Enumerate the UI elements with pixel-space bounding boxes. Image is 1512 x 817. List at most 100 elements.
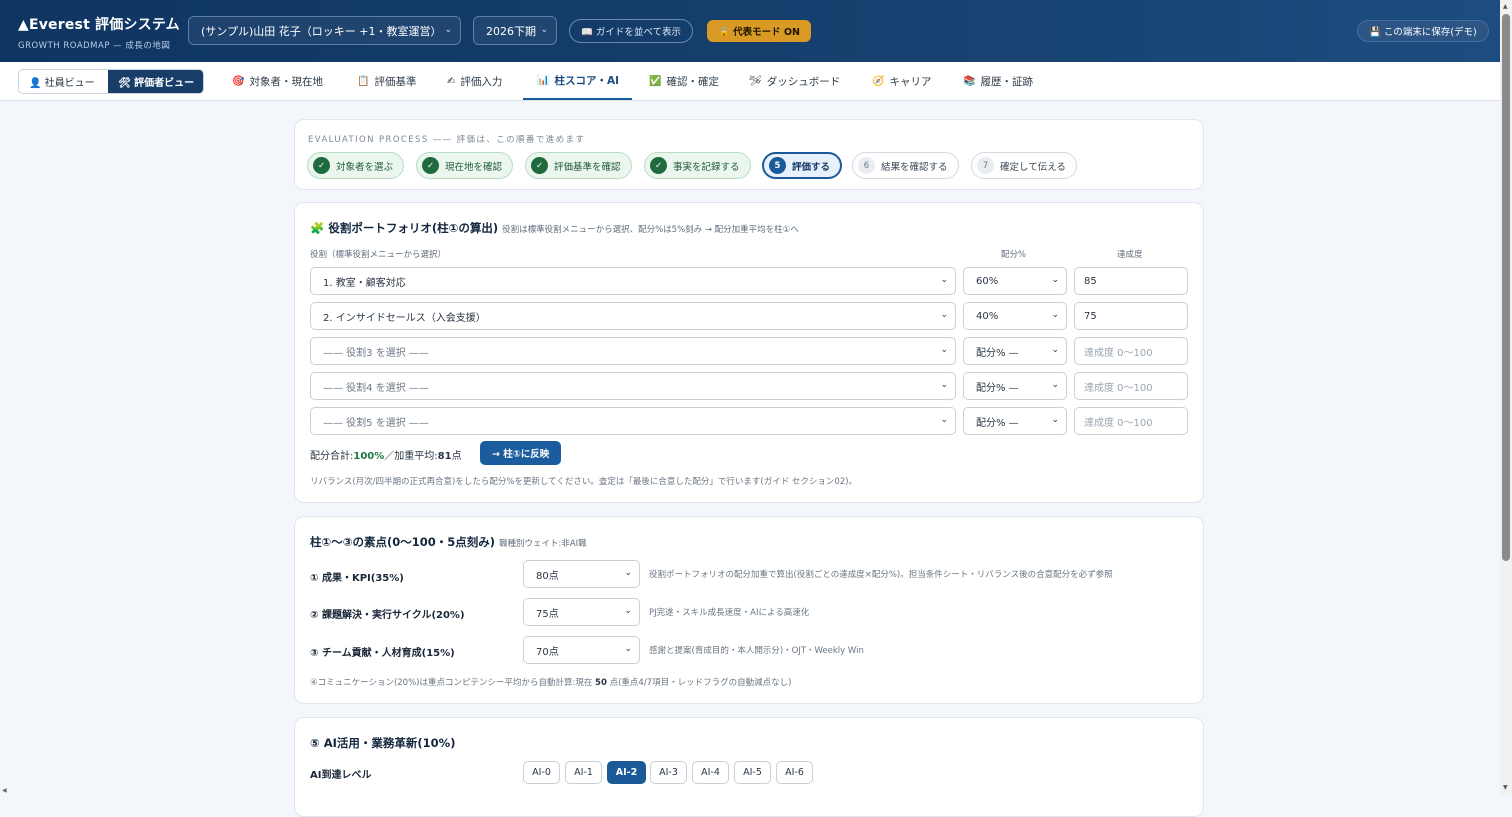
evaluator-view-button[interactable]: 🛠 評価者ビュー [108, 70, 203, 93]
tab-pillar-score-ai[interactable]: 📊 柱スコア・AI [523, 62, 632, 100]
ai-level-6-button[interactable]: AI-6 [776, 761, 813, 784]
pillar1-description: 役割ポートフォリオの配分加重で算出(役割ごとの達成度×配分%)。担当条件シート・… [649, 570, 1113, 580]
sum-value: 100% [353, 451, 385, 462]
horizontal-scrollbar[interactable]: ◀ [0, 787, 1500, 795]
app-title: ▲Everest 評価システム [18, 17, 180, 33]
ai-level-3-button[interactable]: AI-3 [650, 761, 687, 784]
person-select[interactable]: (サンプル)山田 花子（ロッキー +1・教室運営） ⌄ [188, 16, 461, 45]
tab-label: 評価基準 [374, 75, 417, 88]
alloc-select-5[interactable]: 配分% — ⌄ [963, 407, 1067, 435]
alloc-select-2[interactable]: 40% ⌄ [963, 302, 1067, 330]
app-header: ▲Everest 評価システム GROWTH ROADMAP — 成長の地図 (… [0, 0, 1500, 62]
achievement-input-5[interactable]: 達成度 0〜100 [1074, 407, 1188, 435]
achievement-input-4[interactable]: 達成度 0〜100 [1074, 372, 1188, 400]
ai-level-5-button[interactable]: AI-5 [734, 761, 771, 784]
step-check-criteria[interactable]: ✓ 評価基準を確認 [525, 152, 632, 179]
step-finalize[interactable]: 7 確定して伝える [971, 152, 1077, 179]
portfolio-subtitle: 役割は標準役割メニューから選択、配分%は5%刻み → 配分加重平均を柱①へ [502, 225, 799, 235]
chevron-down-icon: ⌄ [624, 644, 632, 654]
alloc-select-4[interactable]: 配分% — ⌄ [963, 372, 1067, 400]
chevron-down-icon: ⌄ [1051, 415, 1059, 425]
step-confirm-current[interactable]: ✓ 現在地を確認 [416, 152, 514, 179]
writing-hand-icon: ✍ [447, 75, 456, 87]
portfolio-title: 🧩 役割ポートフォリオ(柱①の算出) [310, 221, 499, 235]
check-box-icon: ✅ [649, 75, 662, 87]
check-icon: ✓ [531, 157, 548, 174]
rep-mode-toggle[interactable]: 🔒 代表モード ON [707, 20, 811, 42]
tab-label: 評価入力 [460, 75, 503, 88]
comm-note-prefix: ④コミュニケーション(20%)は重点コンピテンシー平均から自動計算:現在 [310, 678, 596, 688]
tab-history[interactable]: 📚 履歴・証跡 [963, 62, 1033, 100]
chevron-down-icon: ⌄ [940, 275, 948, 285]
pillar3-score-select[interactable]: 70点 ⌄ [523, 636, 640, 664]
scroll-left-icon[interactable]: ◀ [2, 787, 7, 794]
step-select-target[interactable]: ✓ 対象者を選ぶ [307, 152, 405, 179]
comm-note-value: 50 [595, 678, 607, 688]
airplane-icon: 🛩 [749, 75, 762, 87]
allocation-summary: 配分合計:100%／加重平均:81点 [310, 447, 462, 462]
scroll-down-icon[interactable]: ▼ [1503, 784, 1508, 791]
reflect-to-pillar1-button[interactable]: → 柱①に反映 [480, 441, 562, 465]
step-label: 対象者を選ぶ [336, 161, 394, 173]
books-icon: 📚 [963, 75, 976, 87]
alloc-select-value: 配分% — [976, 382, 1019, 394]
role-select-4[interactable]: —— 役割4 を選択 —— ⌄ [310, 372, 956, 400]
col-ach-label: 達成度 [1117, 250, 1143, 260]
tab-label: 対象者・現在地 [249, 75, 323, 88]
chevron-down-icon: ⌄ [624, 606, 632, 616]
tab-label: キャリア [889, 75, 932, 88]
check-icon: ✓ [650, 157, 667, 174]
ai-level-0-button[interactable]: AI-0 [523, 761, 560, 784]
guide-side-by-side-button[interactable]: 📖 ガイドを並べて表示 [569, 19, 693, 43]
step-label: 評価する [792, 161, 831, 173]
ai-level-1-button[interactable]: AI-1 [565, 761, 602, 784]
chevron-down-icon: ⌄ [940, 380, 948, 390]
pillar2-score-select[interactable]: 75点 ⌄ [523, 598, 640, 626]
main-nav: 👤 社員ビュー 🛠 評価者ビュー 🎯 対象者・現在地 📋 評価基準 ✍ 評価入力 📊 柱… [0, 62, 1500, 101]
col-role-label: 役割（標準役割メニューから選択） [310, 250, 447, 260]
pillar3-description: 感謝と提案(育成目的・本人開示分)・OJT・Weekly Win [649, 646, 864, 656]
role-select-1[interactable]: 1. 教室・顧客対応 ⌄ [310, 267, 956, 295]
chevron-down-icon: ⌄ [624, 568, 632, 578]
save-local-button[interactable]: 💾 この端末に保存(デモ) [1357, 20, 1489, 42]
evaluation-process-card: EVALUATION PROCESS —— 評価は、この順番で進めます ✓ 対象者… [294, 119, 1204, 190]
tab-dashboard[interactable]: 🛩 ダッシュボード [749, 62, 840, 100]
vertical-scrollbar[interactable]: ▲ ▼ [1500, 0, 1512, 795]
chevron-down-icon: ⌄ [1051, 345, 1059, 355]
achievement-input-3[interactable]: 達成度 0〜100 [1074, 337, 1188, 365]
tab-label: 柱スコア・AI [554, 74, 619, 87]
employee-view-button[interactable]: 👤 社員ビュー [19, 70, 108, 93]
step-label: 評価基準を確認 [554, 161, 621, 173]
pillar1-score-select[interactable]: 80点 ⌄ [523, 560, 640, 588]
pillar-title: 柱①〜③の素点(0〜100・5点刻み) [310, 535, 495, 549]
step-evaluate[interactable]: 5 評価する [762, 152, 843, 179]
scrollbar-thumb[interactable] [1502, 14, 1510, 561]
scroll-up-icon[interactable]: ▲ [1503, 3, 1508, 10]
role-select-5[interactable]: —— 役割5 を選択 —— ⌄ [310, 407, 956, 435]
tab-eval-input[interactable]: ✍ 評価入力 [447, 62, 502, 100]
pillar3-label: ③ チーム貢献・人材育成(15%) [310, 648, 455, 659]
alloc-select-value: 60% [976, 275, 999, 287]
alloc-select-3[interactable]: 配分% — ⌄ [963, 337, 1067, 365]
tab-criteria[interactable]: 📋 評価基準 [357, 62, 416, 100]
ai-level-4-button[interactable]: AI-4 [692, 761, 729, 784]
ai-level-2-button[interactable]: AI-2 [607, 761, 646, 784]
step-label: 事実を記録する [673, 161, 740, 173]
tab-target-current[interactable]: 🎯 対象者・現在地 [232, 62, 323, 100]
bar-chart-icon: 📊 [537, 74, 550, 86]
alloc-select-1[interactable]: 60% ⌄ [963, 267, 1067, 295]
clipboard-icon: 📋 [357, 75, 370, 87]
alloc-select-value: 40% [976, 310, 999, 322]
achievement-input-2[interactable]: 75 [1074, 302, 1188, 330]
role-select-value: —— 役割3 を選択 —— [323, 347, 429, 359]
role-select-2[interactable]: 2. インサイドセールス（入会支援） ⌄ [310, 302, 956, 330]
tab-confirm[interactable]: ✅ 確認・確定 [649, 62, 719, 100]
step-record-facts[interactable]: ✓ 事実を記録する [644, 152, 751, 179]
tab-career[interactable]: 🧭 キャリア [872, 62, 931, 100]
role-select-value: 2. インサイドセールス（入会支援） [323, 312, 486, 324]
chevron-down-icon: ⌄ [444, 25, 452, 35]
achievement-input-1[interactable]: 85 [1074, 267, 1188, 295]
role-select-3[interactable]: —— 役割3 を選択 —— ⌄ [310, 337, 956, 365]
step-check-results[interactable]: 6 結果を確認する [852, 152, 959, 179]
period-select[interactable]: 2026下期 ⌄ [473, 16, 557, 45]
